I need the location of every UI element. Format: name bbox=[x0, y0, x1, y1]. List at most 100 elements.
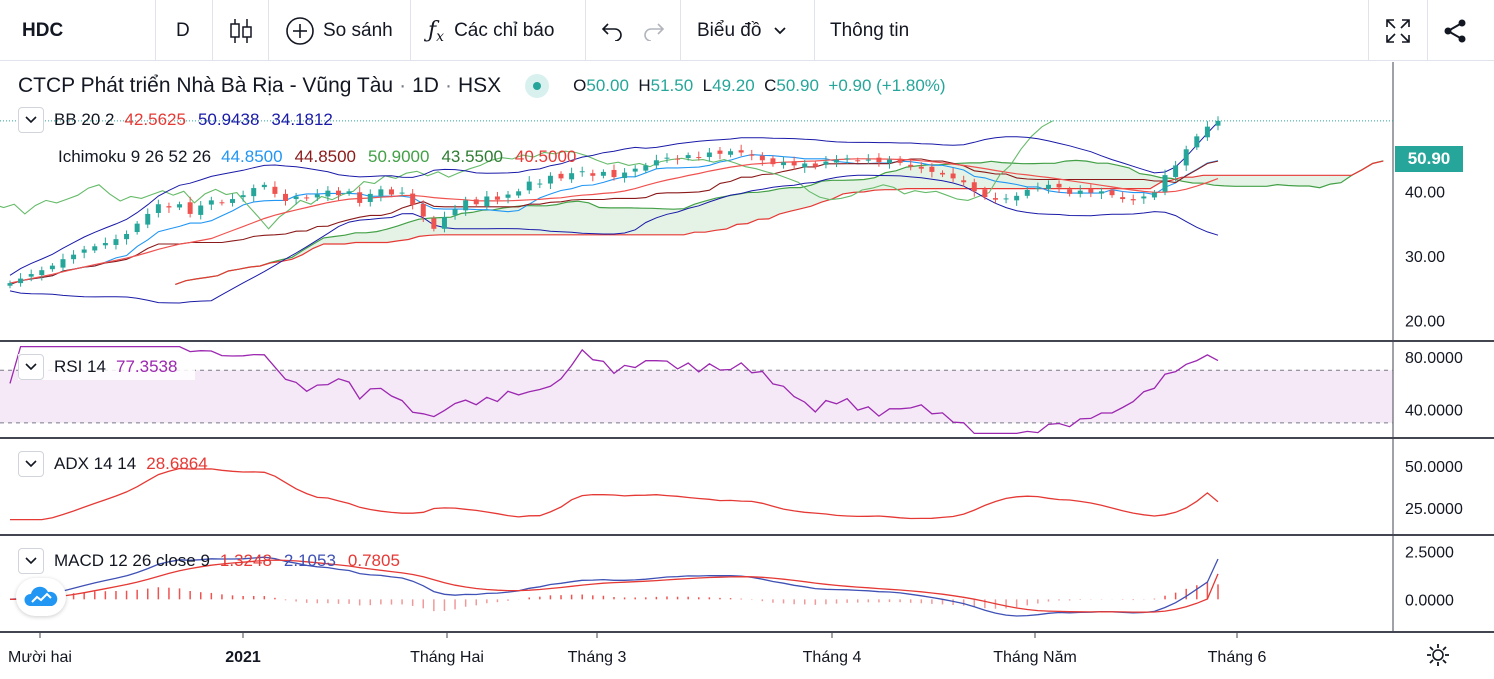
candle-body bbox=[611, 169, 617, 178]
candle-body bbox=[759, 155, 765, 161]
candle-body bbox=[887, 159, 893, 164]
price-axis-label: 40.00 bbox=[1405, 184, 1445, 201]
candle-body bbox=[113, 239, 119, 245]
candle-body bbox=[399, 192, 405, 194]
time-axis-label: Tháng Năm bbox=[993, 649, 1077, 666]
timeframe: 1D bbox=[412, 74, 439, 97]
candle-body bbox=[155, 204, 161, 213]
chart-area[interactable]: 40.00 30.00 20.00 80.0000 40.0000 50.0000 25.0… bbox=[0, 62, 1494, 679]
legend-adx: ADX 14 14 28.6864 bbox=[18, 451, 220, 477]
candle-body bbox=[314, 194, 320, 198]
collapse-bb-button[interactable] bbox=[18, 107, 44, 133]
interval-button[interactable]: D bbox=[176, 0, 190, 61]
legend-ichimoku: Ichimoku 9 26 52 26 44.8500 44.8500 50.9… bbox=[58, 147, 577, 166]
candle-body bbox=[335, 190, 341, 196]
symbol-button[interactable]: HDC bbox=[22, 0, 63, 61]
candle-body bbox=[378, 189, 384, 196]
candle-body bbox=[357, 192, 363, 203]
candle-body bbox=[1215, 120, 1221, 126]
candle-body bbox=[865, 159, 871, 161]
candle-body bbox=[230, 199, 236, 203]
cloud-chart-icon bbox=[24, 586, 58, 606]
compare-label: So sánh bbox=[323, 19, 393, 41]
redo-button[interactable] bbox=[642, 0, 666, 61]
candle-body bbox=[1056, 183, 1062, 188]
chevron-down-icon bbox=[773, 26, 787, 36]
plus-circle-icon bbox=[285, 16, 315, 46]
candle-body bbox=[494, 196, 500, 200]
chart-type-button[interactable]: Biểu đồ bbox=[697, 0, 787, 61]
candle-body bbox=[664, 157, 670, 159]
candle-body bbox=[219, 202, 225, 204]
undo-icon bbox=[600, 21, 624, 41]
legend-macd: MACD 12 26 close 9 1.3248 2.1053 0.7805 bbox=[18, 548, 412, 574]
candle-body bbox=[1035, 188, 1041, 190]
rsi-axis-label: 80.0000 bbox=[1405, 350, 1463, 367]
candle-body bbox=[770, 158, 776, 165]
collapse-rsi-button[interactable] bbox=[18, 354, 44, 380]
chart-style-button[interactable] bbox=[228, 0, 254, 61]
candle-body bbox=[134, 223, 140, 233]
redo-icon bbox=[642, 21, 666, 41]
candle-body bbox=[590, 173, 596, 176]
candle-body bbox=[261, 184, 267, 188]
candle-body bbox=[240, 195, 246, 198]
candle-body bbox=[812, 163, 818, 167]
candle-body bbox=[823, 161, 829, 165]
candle-body bbox=[473, 199, 479, 205]
tradingview-logo[interactable] bbox=[16, 578, 66, 616]
candle-body bbox=[325, 190, 331, 197]
candle-body bbox=[388, 189, 394, 195]
candle-body bbox=[696, 157, 702, 159]
candle-body bbox=[961, 180, 967, 183]
candle-body bbox=[781, 162, 787, 166]
compare-button[interactable]: So sánh bbox=[285, 0, 393, 61]
candle-body bbox=[844, 158, 850, 160]
last-price-tag: 50.90 bbox=[1395, 146, 1463, 172]
candle-body bbox=[81, 249, 87, 253]
candle-body bbox=[177, 204, 183, 208]
interval-label: D bbox=[176, 19, 190, 41]
collapse-adx-button[interactable] bbox=[18, 451, 44, 477]
indicators-label: Các chỉ báo bbox=[454, 19, 555, 41]
share-button[interactable] bbox=[1442, 0, 1468, 61]
candle-body bbox=[283, 193, 289, 201]
candle-body bbox=[198, 205, 204, 215]
candle-body bbox=[622, 172, 628, 179]
candle-body bbox=[675, 158, 681, 160]
candle-body bbox=[516, 191, 522, 196]
undo-button[interactable] bbox=[600, 0, 624, 61]
candle-body bbox=[685, 155, 691, 159]
ichimoku-cloud bbox=[175, 160, 1384, 285]
candle-body bbox=[18, 278, 24, 284]
info-button[interactable]: Thông tin bbox=[830, 0, 909, 61]
time-axis-label: Tháng 3 bbox=[568, 649, 627, 666]
indicators-button[interactable]: ƒx Các chỉ báo bbox=[428, 0, 554, 61]
candle-body bbox=[92, 246, 98, 251]
info-label: Thông tin bbox=[830, 19, 910, 41]
candle-body bbox=[49, 265, 55, 270]
title-dot-1: · bbox=[399, 74, 407, 97]
candle-body bbox=[431, 218, 437, 229]
candle-body bbox=[124, 233, 130, 240]
candle-body bbox=[547, 175, 553, 184]
collapse-macd-button[interactable] bbox=[18, 548, 44, 574]
time-axis-label: 2021 bbox=[225, 649, 261, 666]
candle-body bbox=[28, 274, 34, 277]
adx-axis-label: 50.0000 bbox=[1405, 459, 1463, 476]
ohlc-readout: O50.00 H51.50 L49.20 C50.90 +0.90 (+1.80… bbox=[573, 76, 946, 95]
fullscreen-button[interactable] bbox=[1384, 0, 1412, 61]
exchange: HSX bbox=[457, 74, 502, 97]
candle-body bbox=[1077, 190, 1083, 194]
settings-button[interactable] bbox=[1425, 642, 1451, 673]
candle-body bbox=[251, 188, 257, 197]
candle-body bbox=[208, 200, 214, 205]
candle-body bbox=[728, 151, 734, 155]
candle-body bbox=[982, 189, 988, 198]
fullscreen-icon bbox=[1384, 17, 1412, 45]
gear-icon bbox=[1427, 644, 1449, 666]
candle-body bbox=[855, 160, 861, 162]
candle-body bbox=[897, 158, 903, 163]
candle-body bbox=[71, 254, 77, 260]
candle-body bbox=[1194, 136, 1200, 148]
